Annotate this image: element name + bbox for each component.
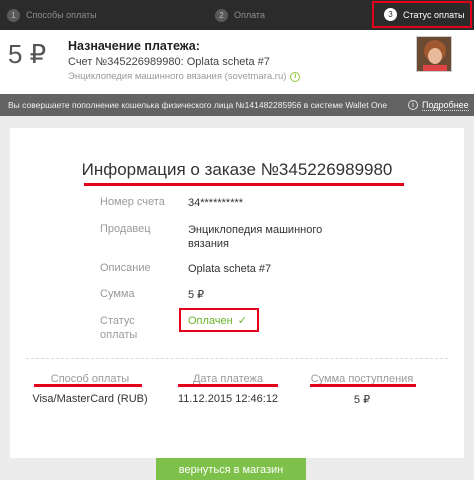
description-value: Oplata scheta #7 xyxy=(188,263,272,275)
info-icon: i xyxy=(408,100,418,110)
order-info-card: Информация о заказе №345226989980 Номер … xyxy=(10,128,464,458)
step-label: Оплата xyxy=(234,10,265,20)
divider xyxy=(26,358,448,359)
checkout-steps: 1 Способы оплаты 2 Оплата 3 Статус оплат… xyxy=(0,0,474,30)
info-icon[interactable]: i xyxy=(290,71,301,82)
step-number: 3 xyxy=(384,8,397,21)
card-torn-edge xyxy=(10,440,464,451)
more-info-label: Подробнее xyxy=(422,99,469,111)
payment-method-highlight xyxy=(34,384,142,387)
status-label: Статус оплаты xyxy=(100,315,138,341)
status-text: Оплачен xyxy=(188,314,233,327)
check-icon: ✓ xyxy=(237,315,247,327)
merchant-site: Энциклопедия машинного вязания (sovetmar… xyxy=(68,71,301,82)
seller-label: Продавец xyxy=(100,223,151,235)
wallet-notice-text: Вы совершаете пополнение кошелька физиче… xyxy=(8,100,388,110)
seller-value: Энциклопедия машинного вязания xyxy=(188,224,323,250)
step-label: Статус оплаты xyxy=(403,9,465,20)
received-sum-value: 5 ₽ xyxy=(353,394,371,406)
more-info-link[interactable]: i Подробнее xyxy=(408,94,469,116)
payment-invoice-line: Счет №345226989980: Oplata scheta #7 xyxy=(68,56,270,68)
sum-label: Сумма xyxy=(100,288,135,300)
description-label: Описание xyxy=(100,262,151,274)
wallet-notice: Вы совершаете пополнение кошелька физиче… xyxy=(0,94,474,116)
payment-date-highlight xyxy=(178,384,278,387)
payment-date-value: 11.12.2015 12:46:12 xyxy=(177,393,279,405)
title-highlight xyxy=(84,183,404,186)
step-number: 1 xyxy=(7,8,20,22)
step-payment[interactable]: 2 Оплата xyxy=(215,0,265,30)
return-to-shop-button[interactable]: вернуться в магазин xyxy=(156,458,306,480)
payment-method-value: Visa/MasterCard (RUB) xyxy=(32,393,148,405)
payment-header: 5 ₽ Назначение платежа: Счет №3452269899… xyxy=(0,30,474,94)
order-title: Информация о заказе №345226989980 xyxy=(81,160,393,179)
payment-purpose-title: Назначение платежа: xyxy=(68,39,200,53)
received-sum-highlight xyxy=(310,384,416,387)
invoice-number-value: 34********** xyxy=(188,197,244,209)
sum-value: 5 ₽ xyxy=(188,289,205,301)
payment-amount: 5 ₽ xyxy=(8,39,47,69)
merchant-site-text: Энциклопедия машинного вязания (sovetmar… xyxy=(68,71,287,82)
status-value: Оплачен ✓ xyxy=(188,314,247,328)
step-payment-methods[interactable]: 1 Способы оплаты xyxy=(7,0,97,30)
invoice-number-label: Номер счета xyxy=(100,196,165,208)
step-payment-status: 3 Статус оплаты xyxy=(372,1,472,28)
step-label: Способы оплаты xyxy=(26,10,97,20)
step-number: 2 xyxy=(215,8,228,22)
merchant-avatar xyxy=(416,36,452,72)
